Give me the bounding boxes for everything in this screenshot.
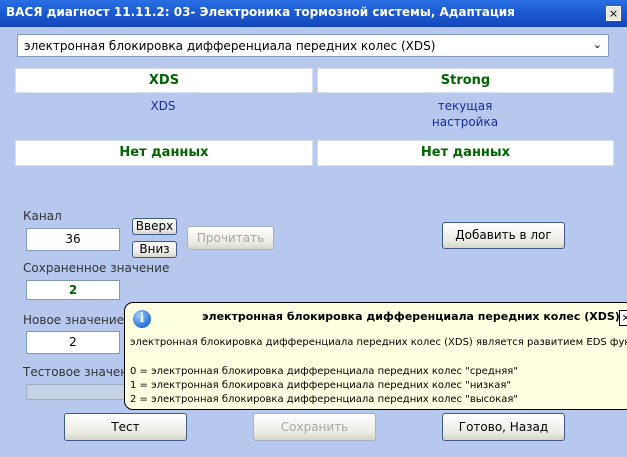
new-value-input[interactable]: 2 — [26, 331, 120, 354]
col2-value: Нет данных — [317, 140, 614, 166]
tooltip-title: электронная блокировка дифференциала пер… — [202, 310, 620, 323]
new-value-label: Новое значение — [23, 313, 125, 327]
add-to-log-button[interactable]: Добавить в лог — [442, 222, 565, 249]
col1-label: XDS — [150, 99, 176, 113]
done-back-button[interactable]: Готово, Назад — [442, 413, 565, 441]
col1-header: XDS — [15, 68, 313, 93]
tooltip-option: 0 = электронная блокировка дифференциала… — [130, 366, 518, 377]
channel-down-button[interactable]: Вниз — [132, 241, 177, 258]
test-value-bar — [26, 384, 126, 400]
tooltip-option: 2 = электронная блокировка дифференциала… — [130, 394, 519, 405]
tooltip-close-icon[interactable]: × — [619, 310, 627, 326]
channel-label: Канал — [23, 209, 62, 223]
save-button[interactable]: Сохранить — [253, 413, 376, 441]
window-title: ВАСЯ диагност 11.11.2: 03- Электроника т… — [6, 5, 515, 19]
col1-value: Нет данных — [15, 140, 313, 166]
col2-header: Strong — [317, 68, 614, 93]
channel-input[interactable]: 36 — [26, 228, 120, 251]
test-value-label: Тестовое значен — [23, 365, 129, 379]
channel-dropdown-value: электронная блокировка дифференциала пер… — [24, 39, 436, 53]
chevron-down-icon[interactable]: ⌄ — [593, 38, 602, 51]
channel-up-button[interactable]: Вверх — [132, 218, 177, 235]
title-bar: ВАСЯ диагност 11.11.2: 03- Электроника т… — [0, 0, 627, 27]
saved-value-label: Сохраненное значение — [23, 261, 170, 275]
info-icon: i — [133, 310, 151, 328]
col2-label-line1: текущая — [437, 99, 493, 113]
channel-dropdown[interactable]: электронная блокировка дифференциала пер… — [17, 34, 609, 57]
tooltip-option: 1 = электронная блокировка дифференциала… — [130, 380, 511, 391]
saved-value-field: 2 — [26, 280, 120, 300]
col2-label-line2: настройка — [431, 115, 499, 129]
info-tooltip: i электронная блокировка дифференциала п… — [124, 302, 627, 410]
window-close-icon[interactable]: × — [606, 6, 621, 21]
read-button[interactable]: Прочитать — [187, 226, 274, 250]
test-button[interactable]: Тест — [64, 413, 187, 441]
tooltip-description: электронная блокировка дифференциала пер… — [130, 337, 627, 348]
